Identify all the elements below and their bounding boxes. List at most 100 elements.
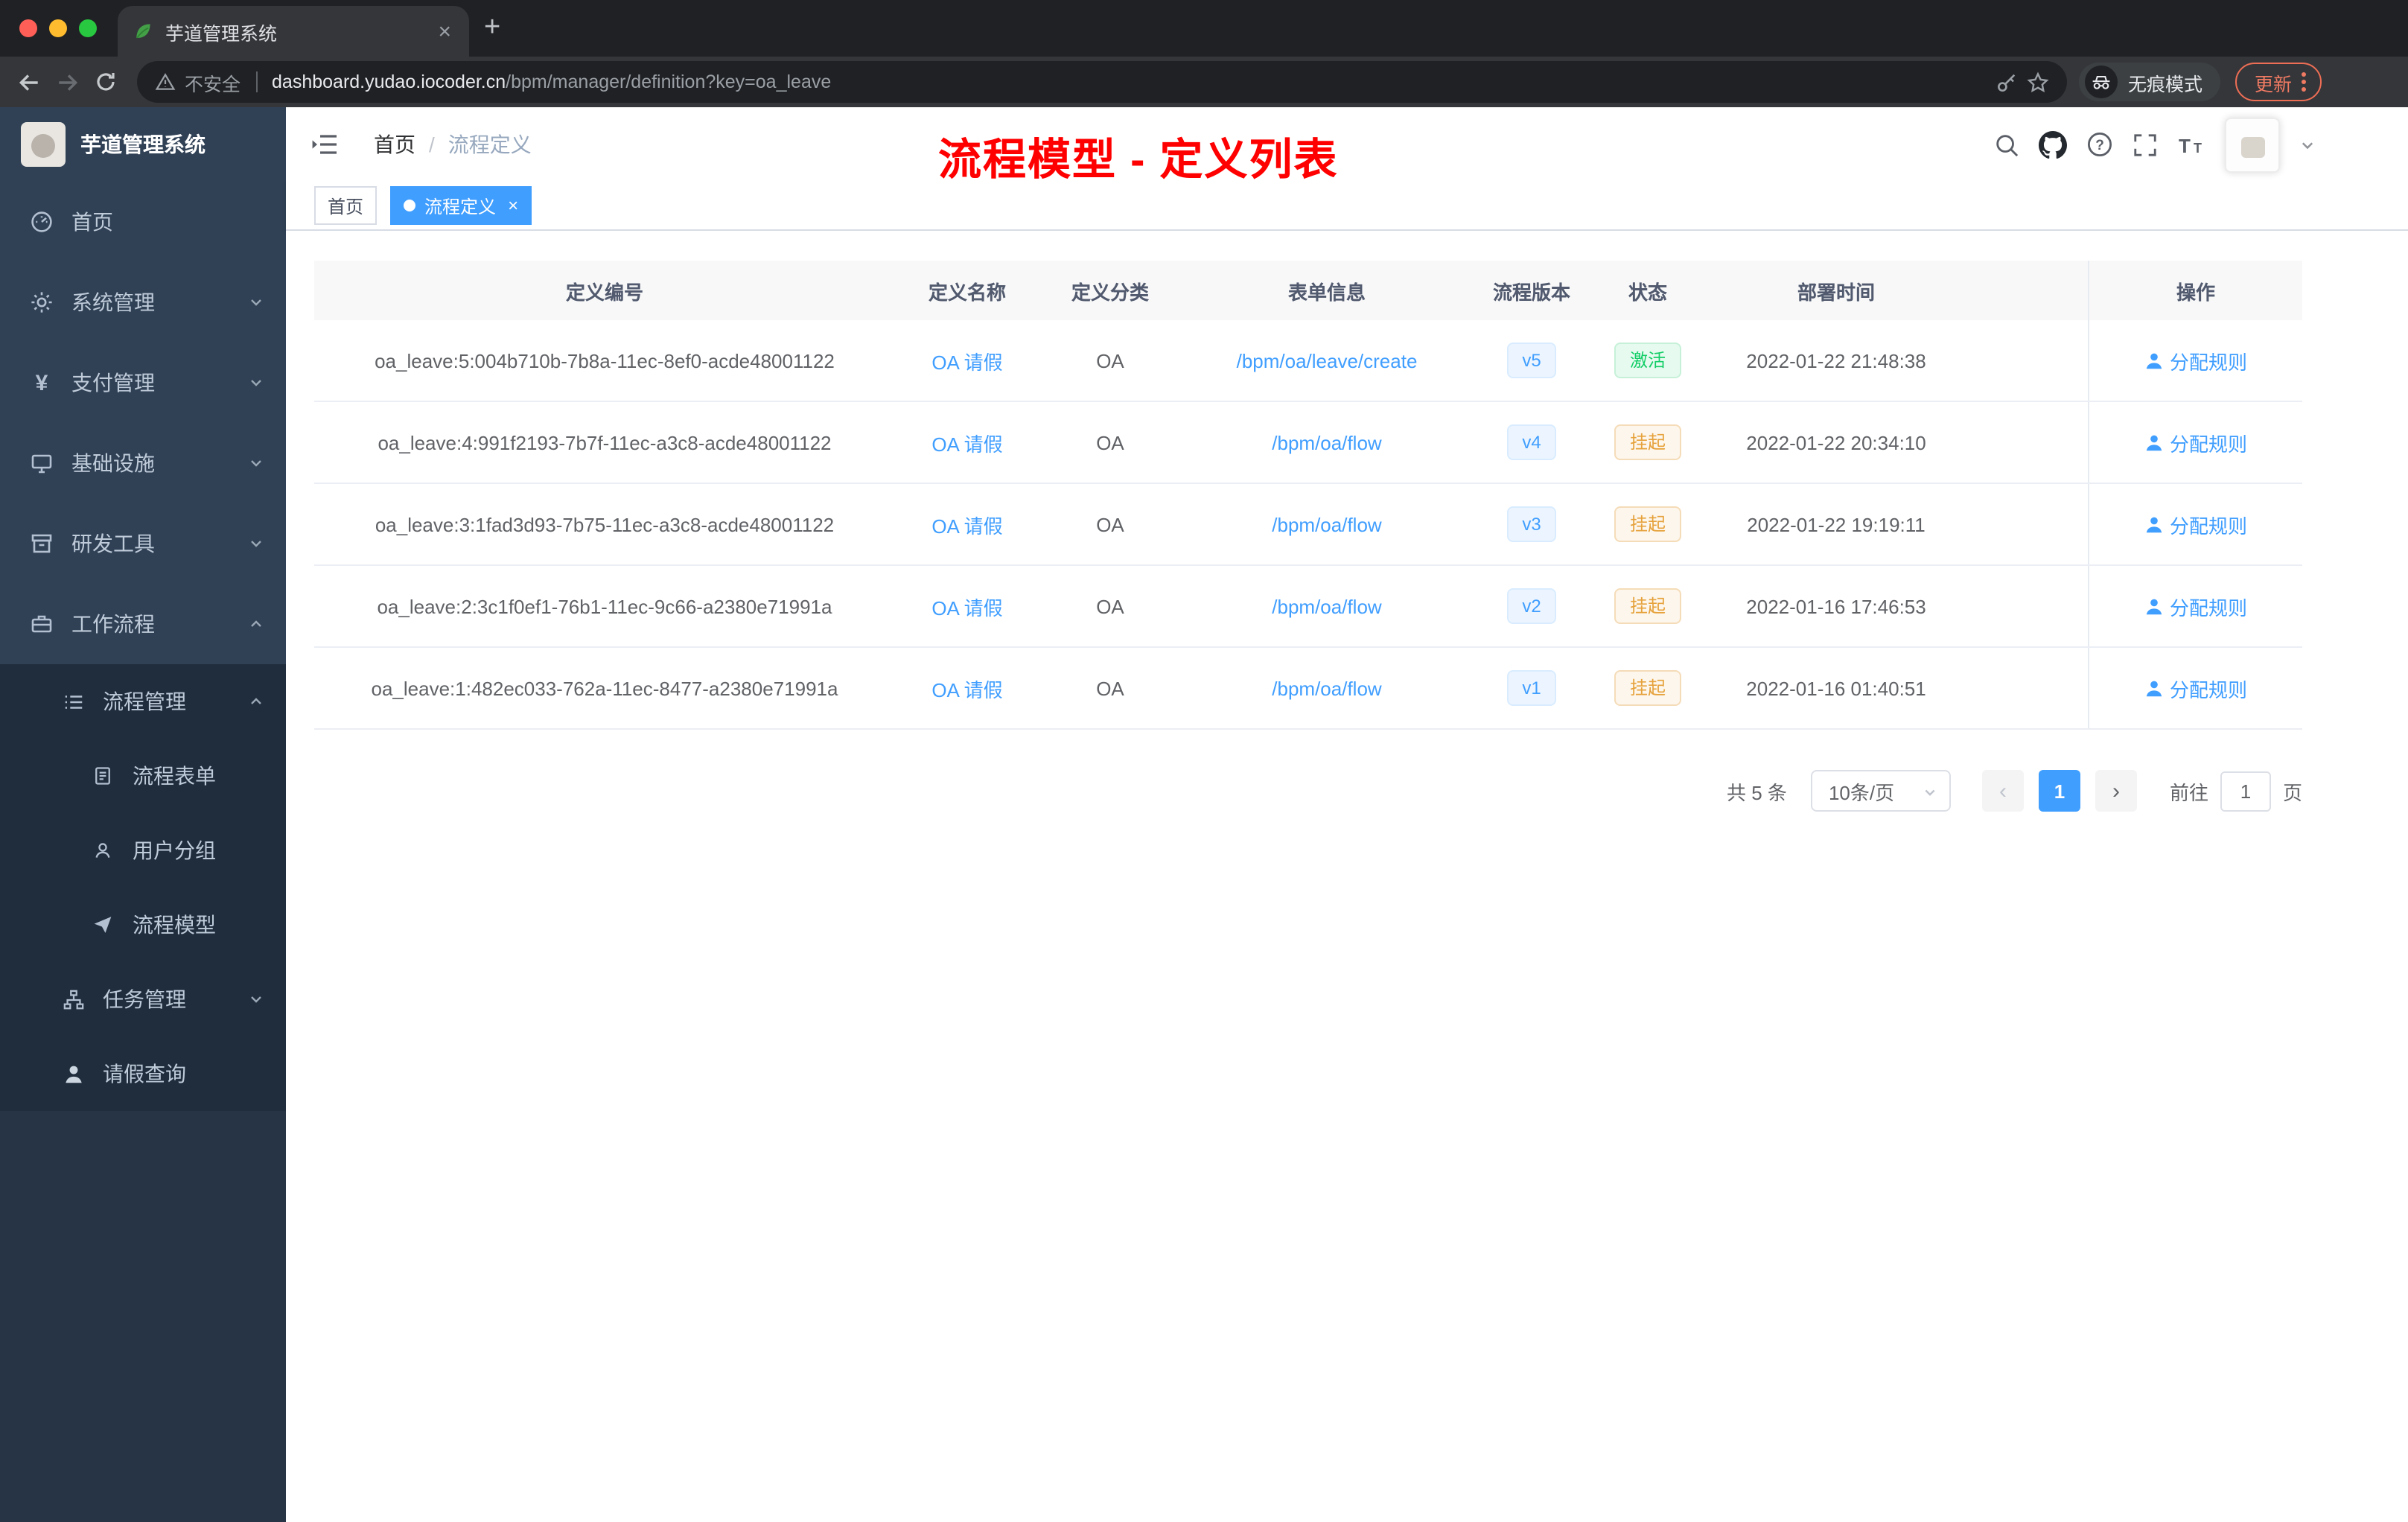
chevron-up-icon (247, 615, 265, 633)
hamburger-fold-icon[interactable] (311, 133, 338, 156)
sidebar-item-user-group[interactable]: 用户分组 (0, 813, 286, 888)
current-page-button[interactable]: 1 (2038, 770, 2080, 812)
column-header-category: 定义分类 (1071, 281, 1149, 303)
form-info-link[interactable]: /bpm/oa/flow (1272, 595, 1381, 617)
sidebar-item-home[interactable]: 首页 (0, 182, 286, 262)
fullscreen-icon[interactable] (2133, 132, 2158, 157)
forward-icon[interactable] (48, 63, 86, 101)
reload-icon[interactable] (86, 63, 125, 101)
tab-close-icon[interactable]: × (435, 20, 454, 42)
prev-page-button[interactable]: ‹ (1981, 770, 2024, 812)
cell-deploy-time: 2022-01-22 21:48:38 (1746, 349, 1926, 372)
table-row: oa_leave:2:3c1f0ef1-76b1-11ec-9c66-a2380… (314, 566, 2302, 648)
chevron-down-icon (1923, 785, 1937, 800)
assign-rule-button[interactable]: 分配规则 (2144, 510, 2247, 538)
column-header-id: 定义编号 (565, 281, 643, 303)
address-bar[interactable]: 不安全 dashboard.yudao.iocoder.cn/bpm/manag… (137, 61, 2067, 103)
total-count: 共 5 条 (1727, 781, 1787, 803)
incognito-label: 无痕模式 (2127, 74, 2202, 95)
breadcrumb: 首页 / 流程定义 (374, 130, 532, 159)
chevron-down-icon (247, 535, 265, 553)
sidebar-item-infrastructure[interactable]: 基础设施 (0, 423, 286, 503)
version-badge[interactable]: v3 (1507, 506, 1556, 542)
assign-rule-button[interactable]: 分配规则 (2144, 674, 2247, 702)
tag-close-icon[interactable]: × (508, 197, 518, 214)
assign-rule-button[interactable]: 分配规则 (2144, 428, 2247, 456)
version-badge[interactable]: v2 (1507, 588, 1556, 624)
definition-name-link[interactable]: OA 请假 (931, 351, 1002, 373)
cell-deploy-time: 2022-01-22 20:34:10 (1746, 431, 1926, 453)
header-actions: ? TT (1994, 117, 2316, 172)
zoom-window-button[interactable] (79, 19, 97, 37)
sidebar-item-task-management[interactable]: 任务管理 (0, 962, 286, 1037)
status-badge: 激活 (1614, 343, 1681, 378)
url-text[interactable]: dashboard.yudao.iocoder.cn/bpm/manager/d… (272, 71, 831, 92)
tag-home[interactable]: 首页 (314, 186, 378, 225)
avatar-caret-icon[interactable] (2299, 136, 2316, 153)
column-header-time: 部署时间 (1797, 281, 1875, 303)
sidebar-item-devtools[interactable]: 研发工具 (0, 503, 286, 584)
browser-update-button[interactable]: 更新 (2235, 63, 2322, 101)
minimize-window-button[interactable] (49, 19, 67, 37)
dashboard-icon (30, 210, 54, 234)
tag-label: 首页 (328, 196, 364, 217)
password-key-icon[interactable] (1995, 71, 2018, 93)
assign-rule-button[interactable]: 分配规则 (2144, 346, 2247, 375)
cell-definition-id: oa_leave:3:1fad3d93-7b75-11ec-a3c8-acde4… (375, 513, 835, 535)
table-row: oa_leave:5:004b710b-7b8a-11ec-8ef0-acde4… (314, 320, 2302, 402)
archive-icon (30, 532, 54, 555)
briefcase-icon (30, 612, 54, 636)
github-icon[interactable] (2039, 130, 2067, 159)
close-window-button[interactable] (19, 19, 37, 37)
breadcrumb-home[interactable]: 首页 (374, 130, 415, 159)
version-badge[interactable]: v4 (1507, 424, 1556, 460)
goto-page-input[interactable] (2220, 771, 2271, 811)
back-icon[interactable] (9, 63, 48, 101)
help-icon[interactable]: ? (2086, 131, 2113, 158)
security-label[interactable]: 不安全 (185, 68, 241, 96)
user-avatar[interactable] (2225, 117, 2280, 172)
form-info-link[interactable]: /bpm/oa/flow (1272, 677, 1381, 699)
sidebar-item-leave-query[interactable]: 请假查询 (0, 1037, 286, 1111)
form-info-link[interactable]: /bpm/oa/flow (1272, 513, 1381, 535)
yen-icon: ¥ (35, 370, 48, 395)
sidebar-item-system[interactable]: 系统管理 (0, 262, 286, 343)
assign-rule-button[interactable]: 分配规则 (2144, 592, 2247, 620)
definition-name-link[interactable]: OA 请假 (931, 596, 1002, 619)
table-header-row: 定义编号 定义名称 定义分类 表单信息 流程版本 状态 部署时间 操作 (314, 261, 2302, 320)
page-size-select[interactable]: 10条/页 (1810, 770, 1951, 812)
status-badge: 挂起 (1614, 424, 1681, 460)
new-tab-button[interactable]: + (484, 12, 500, 45)
bookmark-star-icon[interactable] (2027, 71, 2049, 93)
table-row: oa_leave:3:1fad3d93-7b75-11ec-a3c8-acde4… (314, 484, 2302, 566)
definition-name-link[interactable]: OA 请假 (931, 515, 1002, 537)
logo-title: 芋道管理系统 (80, 133, 206, 156)
document-icon (91, 765, 115, 786)
chevron-down-icon (247, 374, 265, 392)
sidebar-item-process-form[interactable]: 流程表单 (0, 739, 286, 813)
form-info-link[interactable]: /bpm/oa/leave/create (1237, 349, 1418, 372)
sidebar-logo[interactable]: 芋道管理系统 (0, 107, 286, 182)
sidebar-item-process-model[interactable]: 流程模型 (0, 888, 286, 962)
page-content: 定义编号 定义名称 定义分类 表单信息 流程版本 状态 部署时间 操作 oa_l… (286, 231, 2408, 1522)
chevron-up-icon (247, 692, 265, 710)
definition-name-link[interactable]: OA 请假 (931, 433, 1002, 455)
sidebar-item-workflow[interactable]: 工作流程 (0, 584, 286, 664)
browser-tab[interactable]: 芋道管理系统 × (118, 6, 469, 57)
workflow-submenu: 流程管理 流程表单 用户分组 流程模型 任务管理 请假查询 (0, 664, 286, 1111)
form-info-link[interactable]: /bpm/oa/flow (1272, 431, 1381, 453)
version-badge[interactable]: v1 (1507, 670, 1556, 706)
svg-text:T: T (2194, 140, 2202, 155)
sidebar-item-label: 流程管理 (103, 690, 186, 713)
sidebar-item-process-management[interactable]: 流程管理 (0, 664, 286, 739)
tag-process-definition[interactable]: 流程定义 × (390, 186, 532, 225)
browser-menu-dots-icon[interactable] (2301, 70, 2307, 94)
next-page-button[interactable]: › (2095, 770, 2137, 812)
sidebar-item-payment[interactable]: ¥ 支付管理 (0, 343, 286, 423)
font-size-icon[interactable]: TT (2177, 132, 2205, 157)
version-badge[interactable]: v5 (1507, 343, 1556, 378)
search-icon[interactable] (1994, 132, 2019, 157)
security-warning-icon[interactable] (155, 71, 176, 92)
update-label: 更新 (2254, 74, 2292, 95)
definition-name-link[interactable]: OA 请假 (931, 678, 1002, 701)
